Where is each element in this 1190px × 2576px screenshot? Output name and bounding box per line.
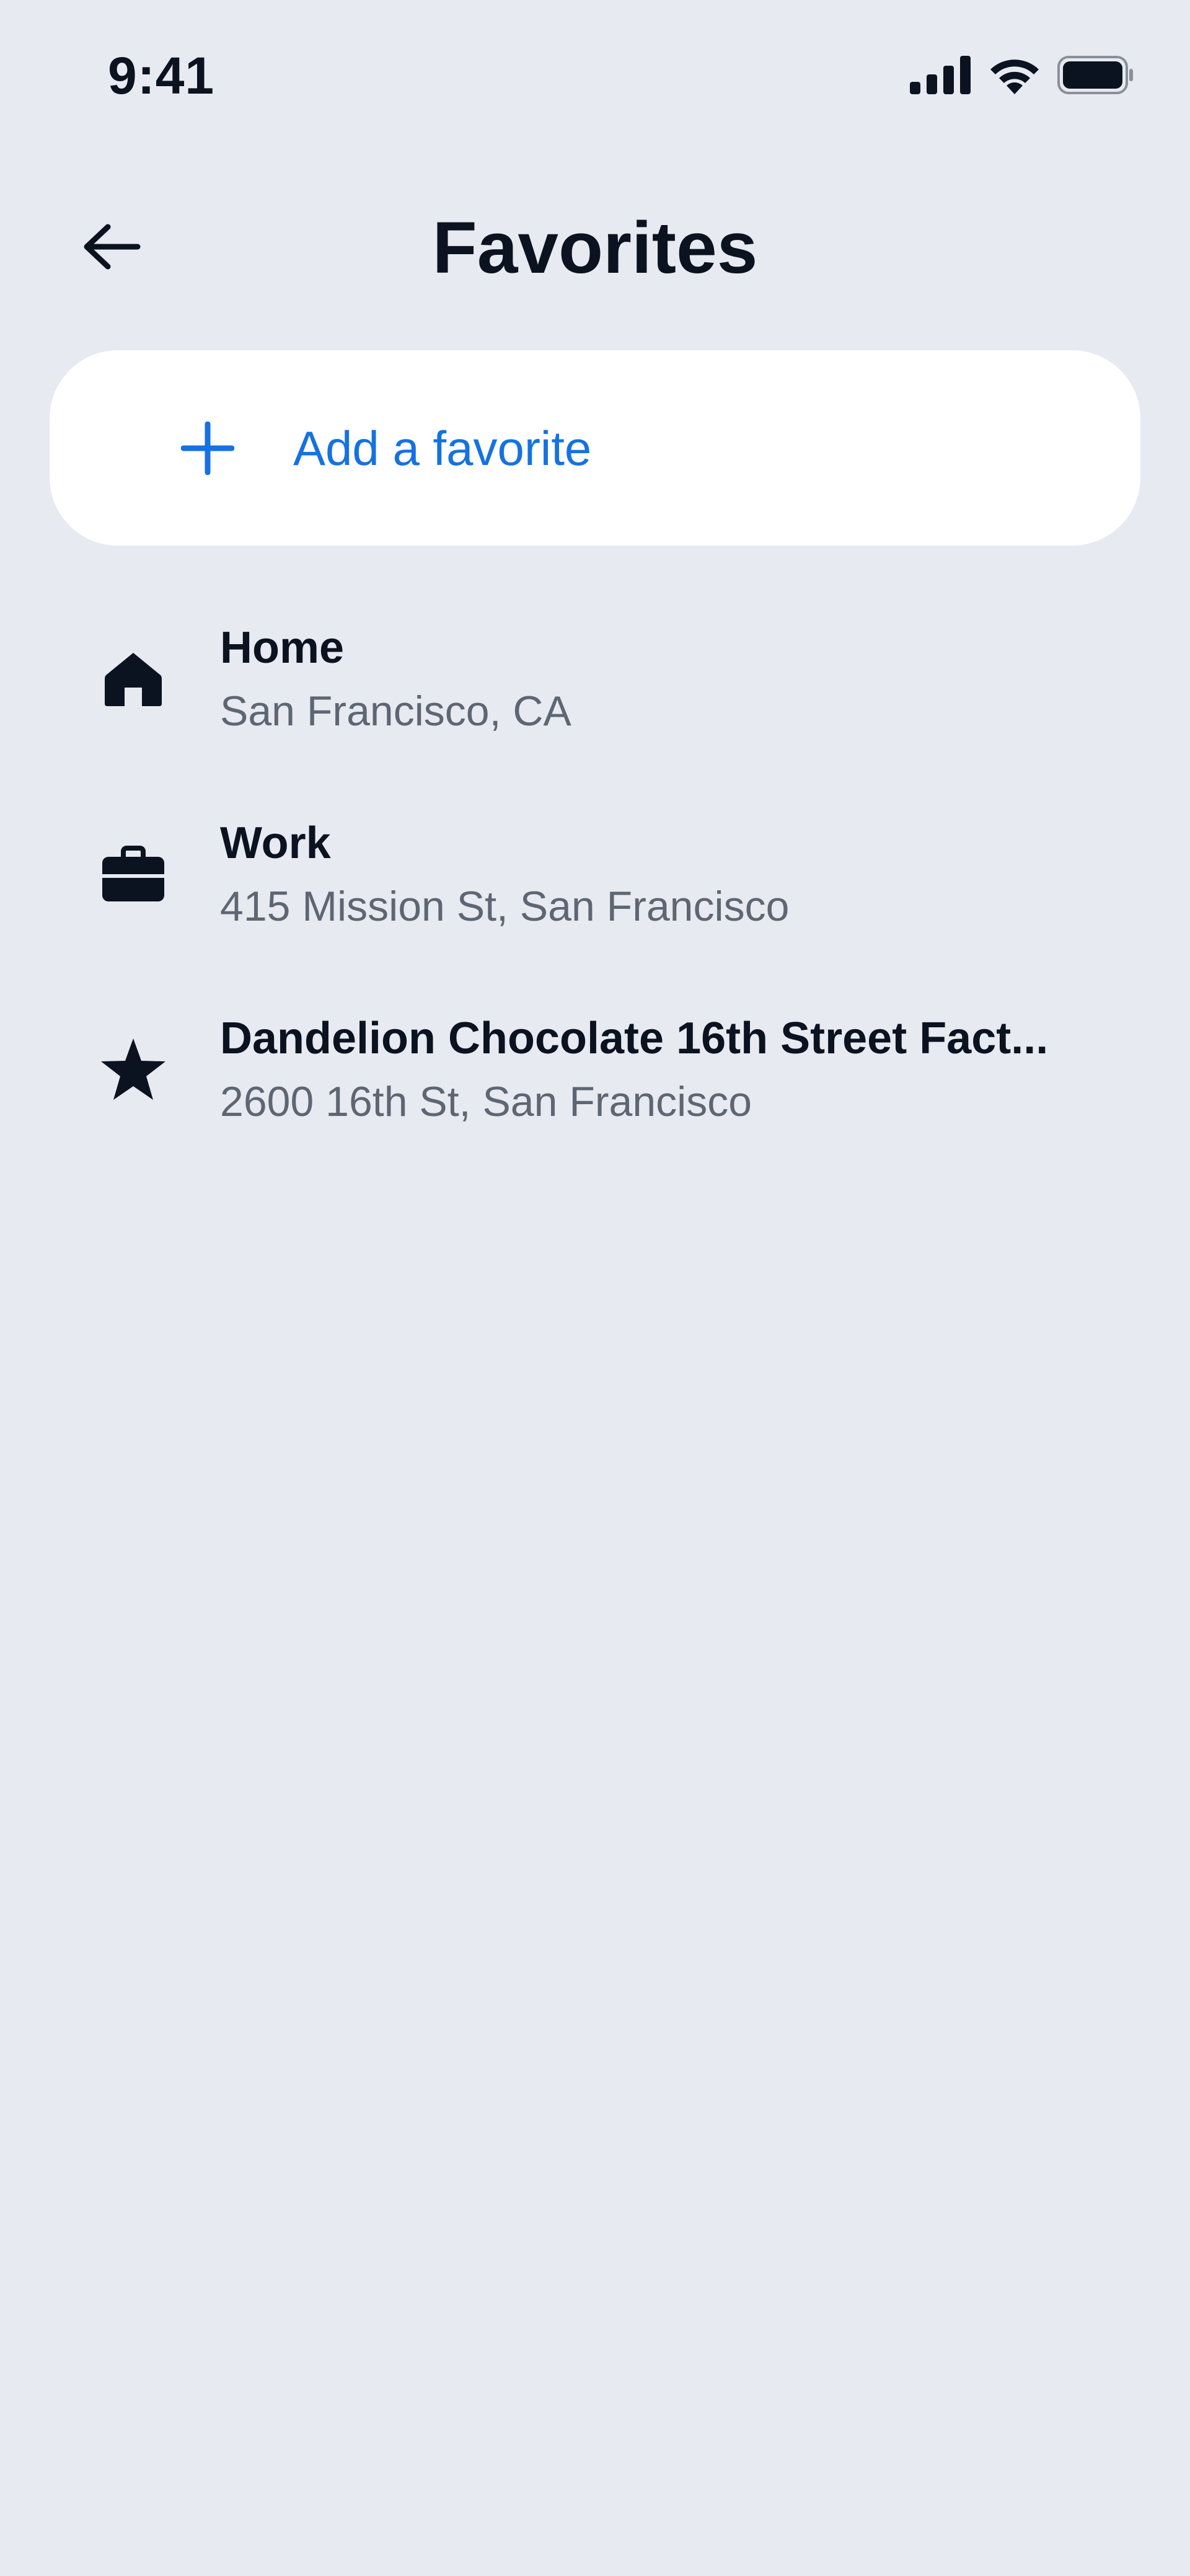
favorite-subtitle: 415 Mission St, San Francisco — [220, 883, 790, 930]
favorite-item-work[interactable]: Work 415 Mission St, San Francisco — [0, 790, 1190, 986]
status-time: 9:41 — [108, 46, 215, 105]
favorite-item-home[interactable]: Home San Francisco, CA — [0, 595, 1190, 790]
battery-icon — [1057, 56, 1134, 94]
home-icon — [99, 645, 167, 713]
briefcase-icon — [99, 840, 167, 908]
add-favorite-button[interactable]: Add a favorite — [50, 350, 1140, 546]
status-bar: 9:41 — [0, 0, 1190, 149]
favorite-title: Work — [220, 818, 331, 868]
favorite-subtitle: 2600 16th St, San Francisco — [220, 1078, 752, 1125]
cellular-signal-icon — [910, 56, 972, 94]
favorite-title: Home — [220, 623, 345, 673]
plus-icon — [180, 421, 235, 476]
wifi-icon — [988, 56, 1041, 94]
star-icon — [99, 1035, 167, 1104]
add-favorite-label: Add a favorite — [293, 421, 592, 476]
status-icons — [910, 53, 1134, 97]
favorite-item-dandelion-chocolate[interactable]: Dandelion Chocolate 16th Street Fact... … — [0, 986, 1190, 1181]
page-title: Favorites — [432, 207, 758, 289]
header: Favorites — [0, 186, 1190, 310]
favorites-list: Home San Francisco, CA Work 415 Mission … — [0, 595, 1190, 1181]
favorite-title: Dandelion Chocolate 16th Street Fact... — [220, 1014, 1049, 1063]
favorite-subtitle: San Francisco, CA — [220, 688, 571, 735]
